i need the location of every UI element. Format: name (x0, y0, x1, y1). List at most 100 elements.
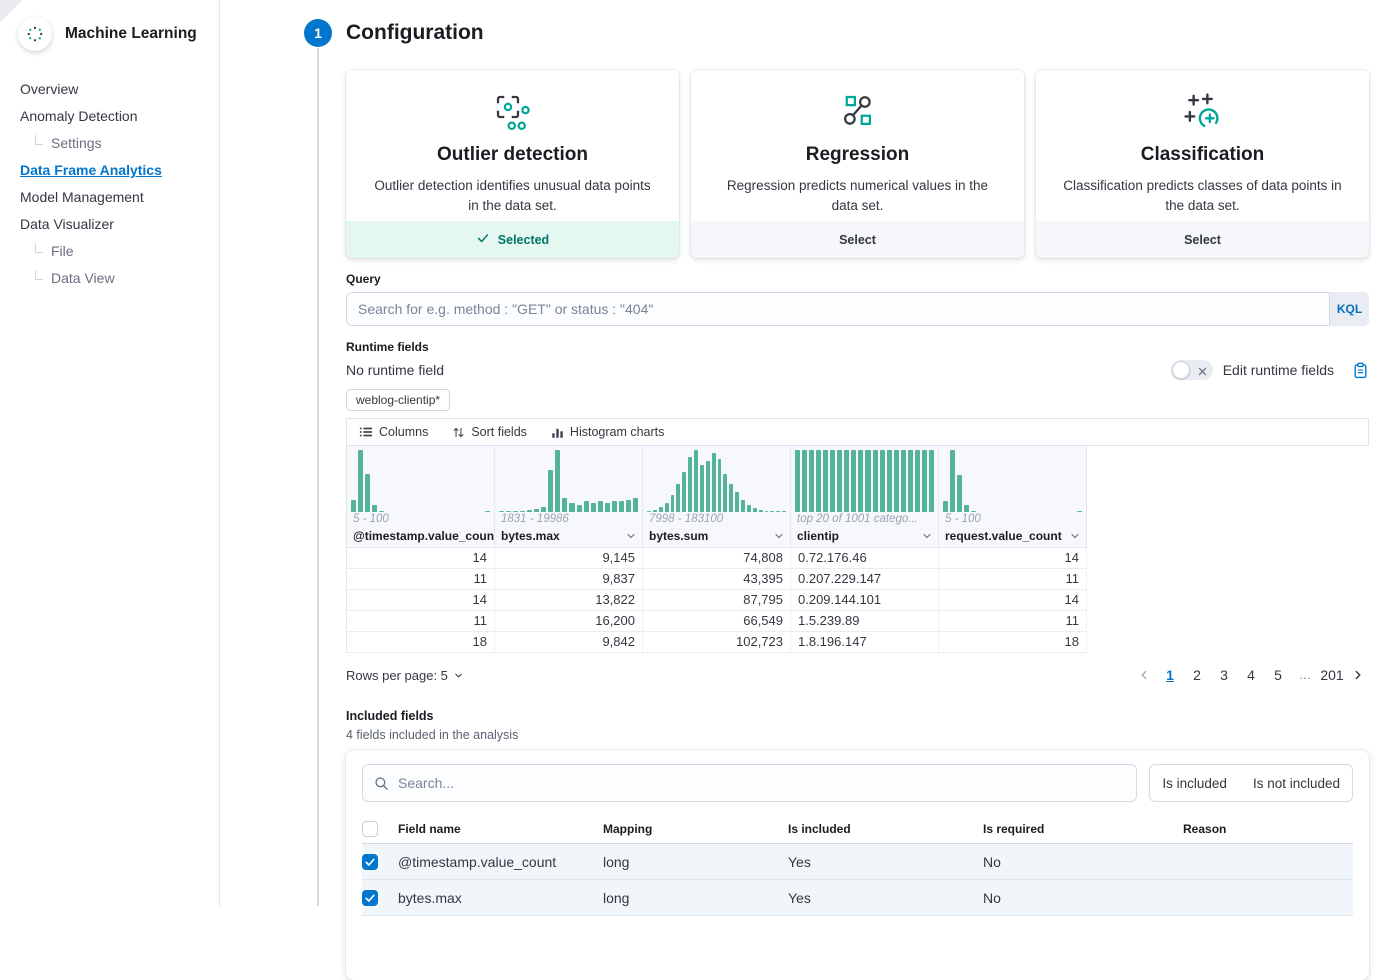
histogram-bar (633, 498, 638, 512)
sort-icon (452, 426, 465, 439)
toolbar-button-columns[interactable]: Columns (359, 425, 428, 439)
column-header-bytes.sum: 7998 - 183100bytes.sum (643, 446, 791, 548)
pagination-page-4[interactable]: 4 (1239, 663, 1263, 687)
histogram-bar (569, 503, 574, 512)
histogram-bar (964, 505, 969, 512)
pagination-previous-button[interactable] (1133, 668, 1155, 682)
included-fields-title: Included fields (346, 709, 1369, 723)
outlier-detection-icon (346, 91, 679, 133)
filter-button-is-included[interactable]: Is included (1149, 764, 1240, 802)
job-type-card-classification[interactable]: ClassificationClassification predicts cl… (1036, 70, 1369, 258)
cell-bytes.sum: 102,723 (643, 632, 791, 652)
histogram-bar (541, 507, 546, 512)
histogram-bar (712, 453, 716, 512)
sidebar-item-data-frame-analytics[interactable]: Data Frame Analytics (20, 162, 162, 178)
sidebar-item-data-view[interactable]: Data View (35, 270, 115, 286)
sidebar-item-overview[interactable]: Overview (20, 81, 78, 97)
regression-icon (691, 91, 1024, 133)
chevron-down-icon[interactable] (773, 530, 785, 542)
column-name-button[interactable]: request.value_count (939, 528, 1086, 547)
histogram-bar (499, 511, 504, 512)
card-selected-button[interactable]: Selected (346, 221, 679, 258)
table-row: bytes.maxlongYesNo (362, 880, 1353, 916)
column-name-button[interactable]: @timestamp.value_count (347, 528, 494, 547)
chevron-down-icon[interactable] (625, 530, 637, 542)
pagination-next-button[interactable] (1347, 668, 1369, 682)
histogram-bar (776, 511, 780, 512)
card-description: Classification predicts classes of data … (1036, 176, 1369, 215)
cell-bytes.max: 9,837 (495, 569, 643, 589)
histogram-icon (551, 426, 564, 439)
cell-field-name: bytes.max (398, 890, 603, 906)
histogram-bar (887, 450, 892, 512)
column-name-button[interactable]: bytes.sum (643, 528, 790, 547)
table-row: 149,14574,8080.72.176.4614 (347, 548, 1087, 569)
sidebar-item-anomaly-detection[interactable]: Anomaly Detection (20, 108, 138, 124)
column-header-request.value_count: 5 - 100request.value_count (939, 446, 1087, 548)
rows-per-page-button[interactable]: Rows per page: 5 (346, 668, 464, 683)
sidebar-nav: Overview Anomaly Detection Settings Data Fr… (0, 51, 219, 286)
chevron-down-icon[interactable] (921, 530, 933, 542)
job-type-card-outlier-detection[interactable]: Outlier detectionOutlier detection ident… (346, 70, 679, 258)
datagrid-pager: Rows per page: 5 12345…201 (346, 663, 1369, 687)
card-select-button[interactable]: Select (1036, 221, 1369, 258)
sidebar-item-file[interactable]: File (35, 243, 74, 259)
histogram-bar (506, 511, 511, 512)
select-all-checkbox[interactable] (362, 821, 378, 837)
column-header-field-name: Field name (398, 822, 603, 836)
query-label: Query (346, 272, 1369, 286)
histogram-bar (671, 495, 675, 512)
cell-@timestamp.value_count: 11 (347, 569, 495, 589)
row-checkbox[interactable] (362, 854, 378, 870)
pagination-page-2[interactable]: 2 (1185, 663, 1209, 687)
card-description: Outlier detection identifies unusual dat… (346, 176, 679, 215)
histogram-bar (759, 510, 763, 512)
query-input[interactable] (346, 292, 1329, 326)
cell-@timestamp.value_count: 14 (347, 548, 495, 568)
histogram-bar (647, 511, 651, 512)
histogram-bar (555, 450, 560, 512)
row-checkbox[interactable] (362, 890, 378, 906)
edit-runtime-fields-toggle[interactable] (1171, 360, 1213, 380)
cell-is-included: Yes (788, 854, 983, 870)
cell-bytes.max: 9,145 (495, 548, 643, 568)
app-title: Machine Learning (65, 25, 197, 43)
pagination-page-5[interactable]: 5 (1266, 663, 1290, 687)
search-icon (374, 776, 389, 791)
filter-button-is-not-included[interactable]: Is not included (1240, 764, 1353, 802)
histogram-bar (665, 503, 669, 512)
included-fields-table: Field nameMappingIs includedIs requiredR… (362, 814, 1353, 916)
pagination-page-201[interactable]: 201 (1320, 663, 1344, 687)
card-select-button[interactable]: Select (691, 221, 1024, 258)
kql-badge[interactable]: KQL (1329, 292, 1369, 326)
column-range-label: top 20 of 1001 catego... (791, 512, 938, 528)
histogram-bar (908, 450, 913, 512)
cell-is-required: No (983, 854, 1183, 870)
stepper-line (317, 48, 319, 906)
index-pattern-badge: weblog-clientip* (346, 389, 450, 411)
sidebar-item-model-management[interactable]: Model Management (20, 189, 144, 205)
card-body: RegressionRegression predicts numerical … (691, 70, 1024, 221)
toolbar-button-sort-fields[interactable]: Sort fields (452, 425, 527, 439)
sidebar-item-settings[interactable]: Settings (35, 135, 102, 151)
histogram-bar (809, 450, 814, 512)
pagination-page-1[interactable]: 1 (1158, 663, 1182, 687)
column-name-button[interactable]: bytes.max (495, 528, 642, 547)
edit-runtime-fields-label[interactable]: Edit runtime fields (1223, 362, 1334, 378)
sidebar-item-data-visualizer[interactable]: Data Visualizer (20, 216, 114, 232)
histogram-bar (548, 470, 553, 512)
histogram-bar (844, 450, 849, 512)
included-fields-subtitle: 4 fields included in the analysis (346, 728, 1369, 742)
copy-clipboard-icon[interactable] (1352, 362, 1369, 379)
histogram-bar (365, 474, 370, 512)
chevron-down-icon (453, 670, 464, 681)
chevron-down-icon[interactable] (1069, 530, 1081, 542)
column-name-button[interactable]: clientip (791, 528, 938, 547)
histogram-bar (706, 461, 710, 512)
toolbar-button-histogram-charts[interactable]: Histogram charts (551, 425, 664, 439)
cell-mapping: long (603, 854, 788, 870)
fields-search-input[interactable] (398, 775, 1125, 791)
job-type-card-regression[interactable]: RegressionRegression predicts numerical … (691, 70, 1024, 258)
pagination-page-3[interactable]: 3 (1212, 663, 1236, 687)
cell-clientip: 0.207.229.147 (791, 569, 939, 589)
